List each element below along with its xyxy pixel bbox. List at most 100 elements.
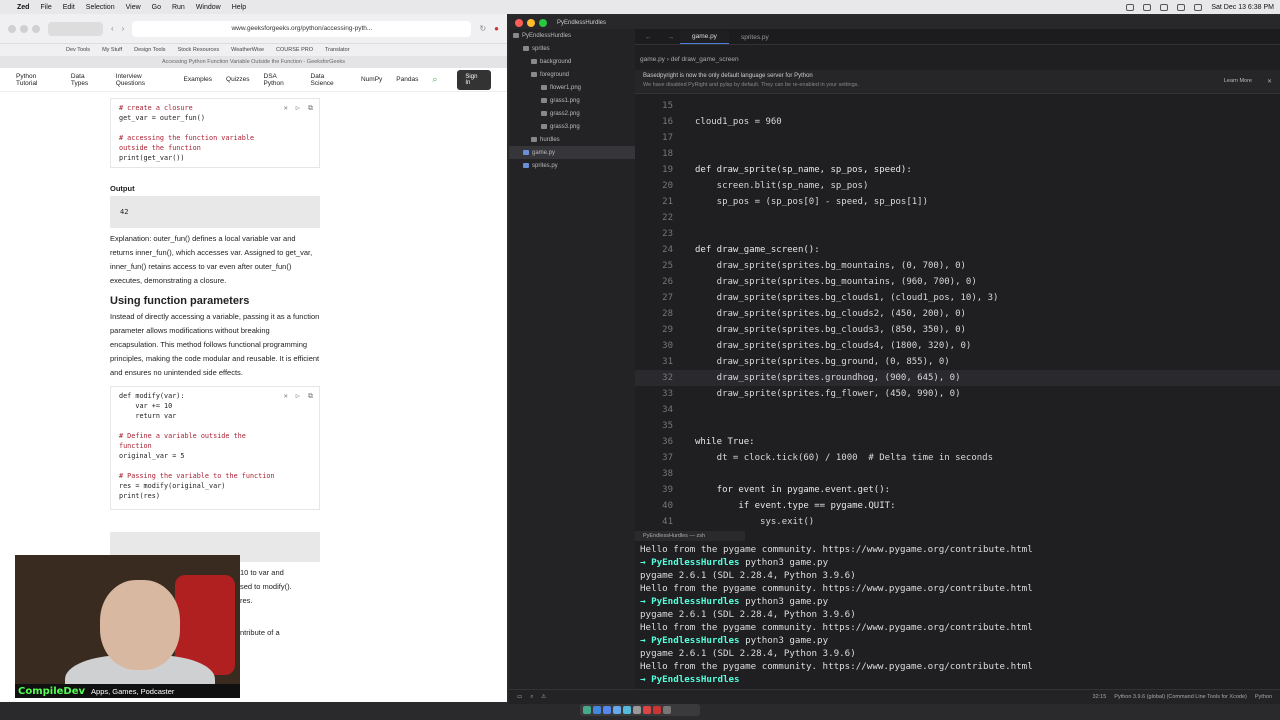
minimize-button[interactable] bbox=[20, 24, 28, 33]
menu-help[interactable]: Help bbox=[232, 4, 246, 11]
bookmark[interactable]: Design Tools bbox=[134, 47, 165, 53]
panel-toggle-icon[interactable]: ▭ bbox=[517, 694, 522, 700]
code-line[interactable]: 23 bbox=[635, 226, 1280, 242]
tree-item[interactable]: foreground bbox=[509, 68, 635, 81]
sign-in-button[interactable]: Sign In bbox=[457, 69, 491, 90]
learn-more-button[interactable]: Learn More bbox=[1224, 78, 1252, 84]
app-icon[interactable] bbox=[623, 706, 631, 714]
code-line[interactable]: 35 bbox=[635, 418, 1280, 434]
copy-icon[interactable]: ⧉ bbox=[308, 103, 313, 113]
code-line[interactable]: 38 bbox=[635, 466, 1280, 482]
code-line[interactable]: 25 draw_sprite(sprites.bg_mountains, (0,… bbox=[635, 258, 1280, 274]
nav-item[interactable]: Pandas bbox=[396, 76, 418, 83]
nav-item[interactable]: Python Tutorial bbox=[16, 73, 57, 87]
app-icon[interactable] bbox=[653, 706, 661, 714]
nav-item[interactable]: Interview Questions bbox=[116, 73, 170, 87]
battery-icon[interactable] bbox=[1194, 3, 1203, 11]
menu-go[interactable]: Go bbox=[152, 4, 161, 11]
tree-item[interactable]: background bbox=[509, 55, 635, 68]
copy-icon[interactable]: ⧉ bbox=[308, 391, 313, 401]
nav-forward-icon[interactable]: → bbox=[662, 31, 681, 44]
code-line[interactable]: 24 def draw_game_screen(): bbox=[635, 242, 1280, 258]
tree-item[interactable]: grass3.png bbox=[509, 120, 635, 133]
app-icon[interactable] bbox=[643, 706, 651, 714]
menu-view[interactable]: View bbox=[126, 4, 141, 11]
tree-item[interactable]: hurdles bbox=[509, 133, 635, 146]
app-icon[interactable] bbox=[583, 706, 591, 714]
nav-back-icon[interactable]: ← bbox=[635, 31, 662, 44]
bookmark[interactable]: WeatherWise bbox=[231, 47, 264, 53]
language-mode[interactable]: Python bbox=[1255, 694, 1272, 700]
bookmark[interactable]: COURSE PRO bbox=[276, 47, 313, 53]
code-line[interactable]: 40 if event.type == pygame.QUIT: bbox=[635, 498, 1280, 514]
close-button[interactable] bbox=[8, 24, 16, 33]
code-line[interactable]: 28 draw_sprite(sprites.bg_clouds2, (450,… bbox=[635, 306, 1280, 322]
app-icon[interactable] bbox=[613, 706, 621, 714]
code-line[interactable]: 30 draw_sprite(sprites.bg_clouds4, (1800… bbox=[635, 338, 1280, 354]
tree-item[interactable]: sprites bbox=[509, 42, 635, 55]
menu-file[interactable]: File bbox=[40, 4, 51, 11]
browser-tab[interactable] bbox=[48, 21, 103, 36]
code-line[interactable]: 16 cloud1_pos = 960 bbox=[635, 114, 1280, 130]
nav-item[interactable]: NumPy bbox=[361, 76, 382, 83]
code-line[interactable]: 31 draw_sprite(sprites.bg_ground, (0, 85… bbox=[635, 354, 1280, 370]
menu-edit[interactable]: Edit bbox=[63, 4, 75, 11]
diagnostics-icon[interactable]: ⚠ bbox=[541, 694, 546, 700]
forward-arrow-icon[interactable]: › bbox=[122, 24, 125, 33]
code-line[interactable]: 39 for event in pygame.event.get(): bbox=[635, 482, 1280, 498]
status-icon[interactable] bbox=[1160, 3, 1169, 11]
terminal-tab[interactable]: PyEndlessHurdles — zsh bbox=[635, 531, 745, 541]
cursor-position[interactable]: 32:15 bbox=[1093, 694, 1107, 700]
nav-item[interactable]: Quizzes bbox=[226, 76, 249, 83]
minimize-button[interactable] bbox=[527, 18, 535, 27]
close-icon[interactable]: ✕ bbox=[284, 103, 288, 113]
code-line[interactable]: 34 bbox=[635, 402, 1280, 418]
code-line[interactable]: 15 bbox=[635, 98, 1280, 114]
tree-item[interactable]: PyEndlessHurdles bbox=[509, 29, 635, 42]
breadcrumb[interactable]: game.py › def draw_game_screen bbox=[640, 56, 739, 63]
python-interpreter[interactable]: Python 3.9.6 (global) (Command Line Tool… bbox=[1114, 694, 1247, 700]
nav-item[interactable]: DSA Python bbox=[264, 73, 297, 87]
code-line[interactable]: 18 bbox=[635, 146, 1280, 162]
code-line[interactable]: 29 draw_sprite(sprites.bg_clouds3, (850,… bbox=[635, 322, 1280, 338]
nav-item[interactable]: Examples bbox=[183, 76, 212, 83]
extension-icon[interactable]: ● bbox=[494, 24, 499, 33]
menu-selection[interactable]: Selection bbox=[86, 4, 115, 11]
nav-item[interactable]: Data Types bbox=[71, 73, 102, 87]
tree-item[interactable]: flower1.png bbox=[509, 81, 635, 94]
app-icon[interactable] bbox=[633, 706, 641, 714]
app-icon[interactable] bbox=[603, 706, 611, 714]
code-line[interactable]: 22 bbox=[635, 210, 1280, 226]
project-name[interactable]: PyEndlessHurdles bbox=[557, 20, 606, 26]
code-line[interactable]: 36 while True: bbox=[635, 434, 1280, 450]
terminal-panel[interactable]: Hello from the pygame community. https:/… bbox=[635, 543, 1280, 689]
tree-item[interactable]: sprites.py bbox=[509, 159, 635, 172]
code-line[interactable]: 21 sp_pos = (sp_pos[0] - speed, sp_pos[1… bbox=[635, 194, 1280, 210]
code-line[interactable]: 32 draw_sprite(sprites.groundhog, (900, … bbox=[635, 370, 1280, 386]
code-line[interactable]: 17 bbox=[635, 130, 1280, 146]
run-icon[interactable]: ▷ bbox=[296, 391, 300, 401]
run-icon[interactable]: ▷ bbox=[296, 103, 300, 113]
search-icon[interactable]: ⌕ bbox=[432, 74, 437, 85]
menu-run[interactable]: Run bbox=[172, 4, 185, 11]
status-icon[interactable] bbox=[1126, 3, 1135, 11]
tree-item[interactable]: grass1.png bbox=[509, 94, 635, 107]
code-line[interactable]: 26 draw_sprite(sprites.bg_mountains, (96… bbox=[635, 274, 1280, 290]
app-icon[interactable] bbox=[663, 706, 671, 714]
code-line[interactable]: 20 screen.blit(sp_name, sp_pos) bbox=[635, 178, 1280, 194]
close-icon[interactable]: ✕ bbox=[1267, 78, 1272, 85]
code-line[interactable]: 27 draw_sprite(sprites.bg_clouds1, (clou… bbox=[635, 290, 1280, 306]
bookmark[interactable]: Dev Tools bbox=[66, 47, 90, 53]
code-line[interactable]: 33 draw_sprite(sprites.fg_flower, (450, … bbox=[635, 386, 1280, 402]
code-line[interactable]: 41 sys.exit() bbox=[635, 514, 1280, 530]
reload-icon[interactable]: ↻ bbox=[479, 24, 486, 33]
tab-game-py[interactable]: game.py bbox=[680, 30, 729, 44]
tree-item[interactable]: grass2.png bbox=[509, 107, 635, 120]
code-editor[interactable]: 15 16 cloud1_pos = 960 17 18 19 def draw_sprit… bbox=[635, 98, 1280, 528]
back-arrow-icon[interactable]: ‹ bbox=[111, 24, 114, 33]
nav-item[interactable]: Data Science bbox=[311, 73, 347, 87]
bookmark[interactable]: Translator bbox=[325, 47, 350, 53]
tab-sprites-py[interactable]: sprites.py bbox=[729, 31, 781, 44]
bookmark[interactable]: Stock Resources bbox=[178, 47, 220, 53]
close-button[interactable] bbox=[515, 18, 523, 27]
